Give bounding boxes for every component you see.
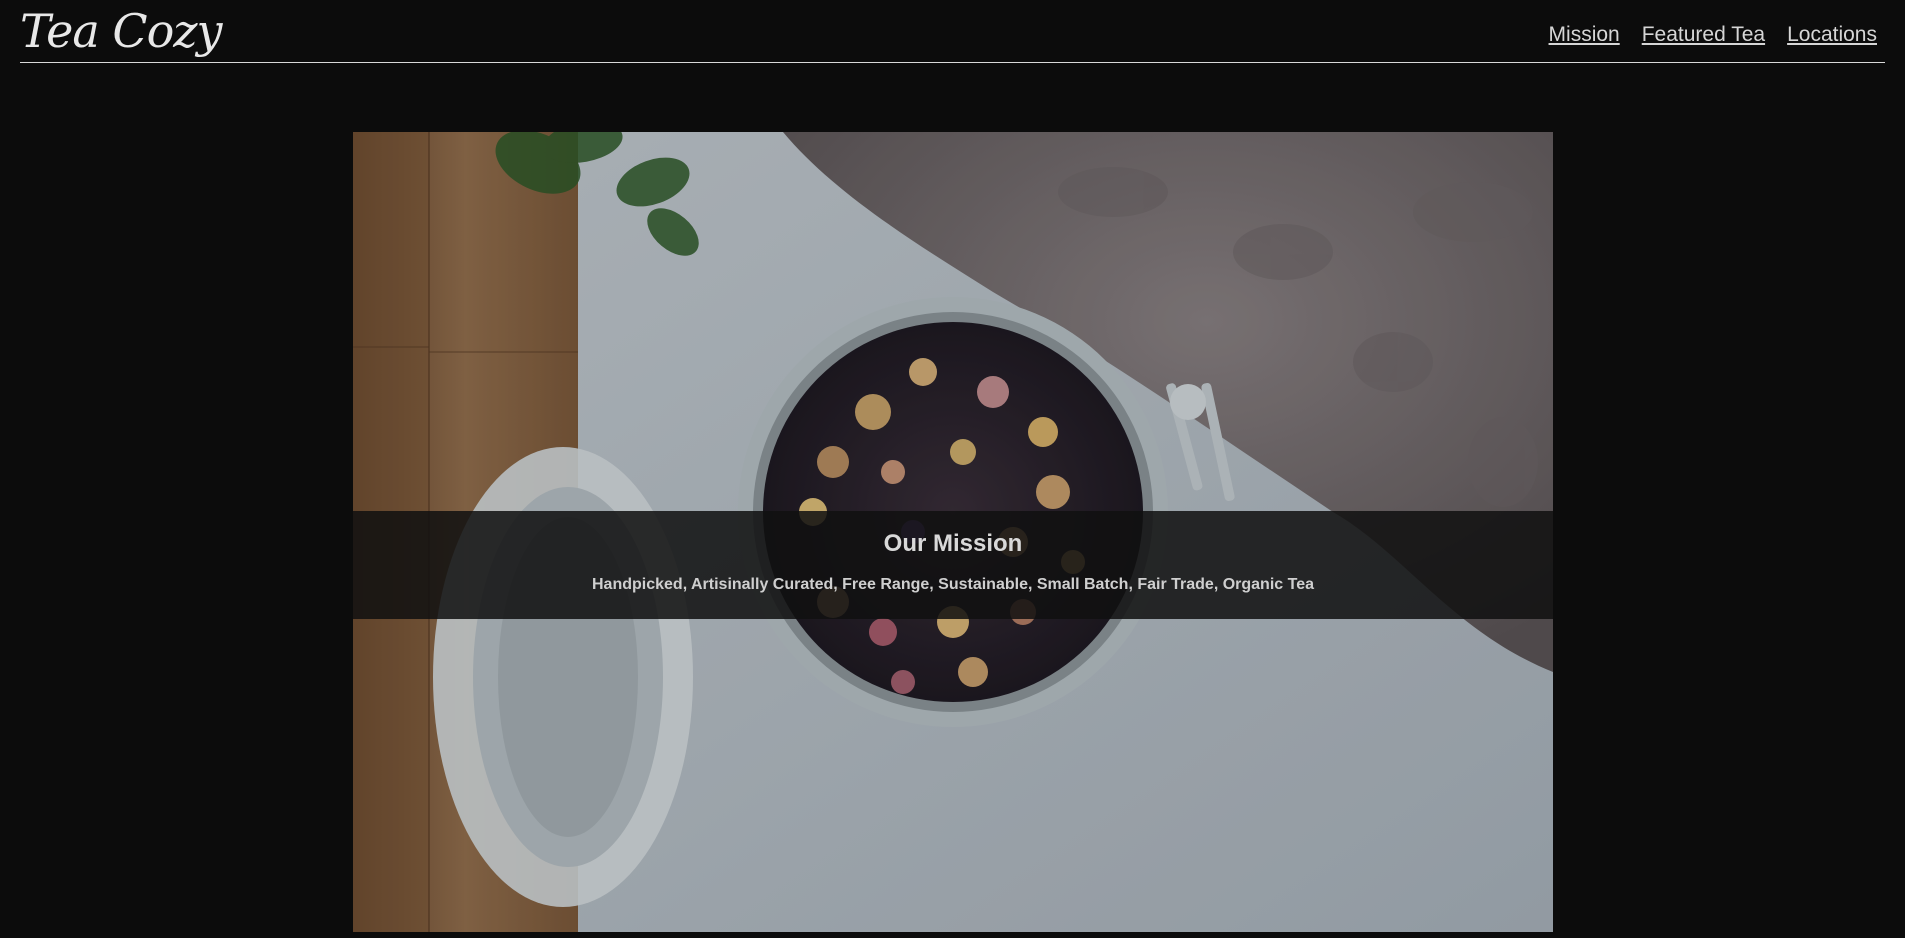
mission-title: Our Mission: [883, 530, 1023, 557]
nav-link-locations[interactable]: Locations: [1787, 22, 1877, 48]
mission-hero: Our Mission Handpicked, Artisinally Cura…: [353, 132, 1553, 932]
nav-link-featured-tea[interactable]: Featured Tea: [1642, 22, 1765, 48]
main-nav: Mission Featured Tea Locations: [1549, 22, 1877, 48]
mission-subtitle: Handpicked, Artisinally Curated, Free Ra…: [592, 576, 1314, 593]
logo[interactable]: Tea Cozy: [20, 2, 222, 60]
page: Tea Cozy Mission Featured Tea Locations: [0, 0, 1905, 938]
site-header: Tea Cozy Mission Featured Tea Locations: [20, 0, 1885, 63]
nav-link-mission[interactable]: Mission: [1549, 22, 1620, 48]
mission-caption: Our Mission Handpicked, Artisinally Cura…: [353, 511, 1553, 619]
